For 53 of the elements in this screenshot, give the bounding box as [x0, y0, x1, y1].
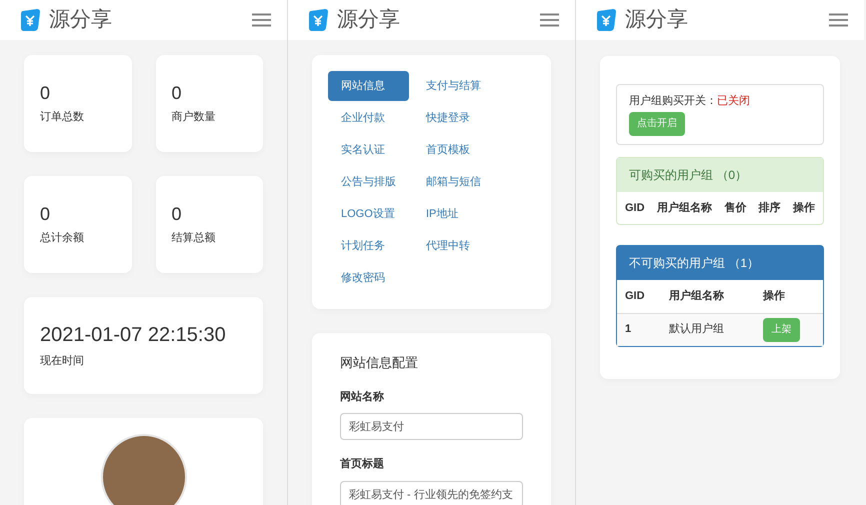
column-header: GID — [625, 200, 645, 216]
table-cell-text: 1 — [625, 322, 632, 338]
column-header: 操作 — [793, 200, 815, 216]
settings-tab[interactable]: 快捷登录 — [413, 103, 494, 133]
column-header: 用户组名称 — [669, 288, 725, 304]
enable-button[interactable]: 点击开启 — [629, 112, 685, 136]
column-header: 排序 — [758, 200, 781, 216]
settings-tab[interactable]: IP地址 — [413, 199, 494, 229]
settings-tab[interactable]: 企业付款 — [328, 103, 409, 133]
settings-tab[interactable]: 邮箱与短信 — [413, 167, 494, 197]
stat-value: 0 — [172, 82, 183, 106]
brand-name: 源分享 — [625, 7, 688, 34]
field-label: 首页标题 — [340, 456, 385, 472]
settings-tab[interactable]: 支付与结算 — [413, 71, 494, 101]
settings-tab[interactable]: LOGO设置 — [328, 199, 409, 229]
settings-tab[interactable]: 修改密码 — [328, 263, 409, 293]
wallet-logo-icon — [308, 8, 329, 32]
column-header: 用户组名称 — [656, 200, 712, 216]
current-time: 2021-01-07 22:15:30 — [40, 323, 227, 348]
input-field[interactable]: 彩虹易支付 — [340, 413, 523, 440]
panel-heading: 可购买的用户组 （0） — [617, 158, 823, 192]
menu-icon[interactable] — [829, 13, 848, 27]
settings-tab[interactable]: 实名认证 — [328, 135, 409, 165]
panel-heading: 不可购买的用户组 （1） — [617, 246, 823, 280]
stat-value: 0 — [172, 203, 183, 226]
settings-tab[interactable]: 计划任务 — [328, 231, 409, 261]
switch-label: 用户组购买开关： — [629, 94, 717, 109]
stat-label: 总计余额 — [40, 230, 85, 246]
stat-value: 0 — [40, 82, 52, 106]
brand-name: 源分享 — [49, 7, 112, 34]
stat-label: 结算总额 — [172, 230, 216, 246]
column-header: 操作 — [763, 289, 786, 304]
brand-name: 源分享 — [337, 7, 400, 34]
settings-tab[interactable]: 代理中转 — [413, 231, 494, 261]
settings-tab[interactable]: 公告与排版 — [328, 167, 409, 197]
config-title: 网站信息配置 — [340, 354, 419, 372]
wallet-logo-icon — [596, 8, 617, 32]
menu-icon[interactable] — [540, 13, 559, 27]
stat-value: 0 — [40, 203, 52, 226]
input-field[interactable]: 彩虹易支付 - 行业领先的免签约支 — [340, 480, 523, 505]
menu-icon[interactable] — [252, 13, 271, 27]
settings-tab[interactable]: 首页模板 — [413, 135, 494, 165]
list-button[interactable]: 上架 — [763, 318, 800, 342]
field-label: 网站名称 — [340, 390, 385, 404]
settings-tab[interactable]: 网站信息 — [328, 71, 409, 101]
wallet-logo-icon — [20, 8, 41, 32]
column-header: 售价 — [724, 200, 746, 216]
stat-label: 商户数量 — [172, 110, 216, 126]
column-header: GID — [625, 289, 646, 304]
switch-status: 已关闭 — [717, 94, 750, 109]
time-label: 现在时间 — [40, 354, 85, 370]
stat-label: 订单总数 — [40, 110, 85, 126]
table-cell-text: 默认用户组 — [669, 322, 725, 338]
